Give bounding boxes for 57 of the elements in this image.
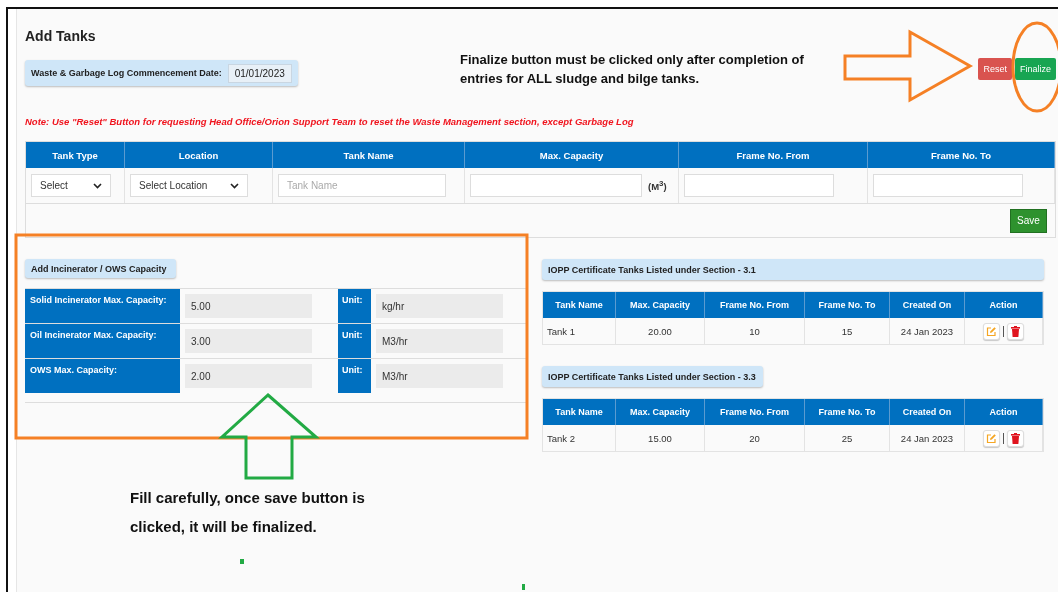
field-label: Oil Incinerator Max. Capacity:	[25, 324, 180, 358]
delete-button[interactable]	[1007, 322, 1024, 340]
section-title: IOPP Certificate Tanks Listed under Section - 3.1	[542, 259, 1044, 280]
trash-icon	[1011, 325, 1020, 337]
date-field[interactable]: 01/01/2023	[227, 63, 292, 83]
input-field[interactable]	[684, 174, 834, 197]
input-field[interactable]	[873, 174, 1023, 197]
column-header: Tank Name	[543, 292, 616, 318]
trash-icon	[1011, 432, 1020, 444]
section-title: Add Incinerator / OWS Capacity	[25, 259, 176, 278]
column-header: Tank Type	[26, 142, 125, 168]
callout-text: Fill carefully, once save button is clicked, it will be finalized.	[130, 488, 366, 537]
commencement-label: Waste & Garbage Log Commencement Date:	[31, 68, 222, 78]
column-header: Max. Capacity	[616, 399, 705, 425]
column-header: Created On	[890, 399, 965, 425]
column-header: Frame No. To	[805, 292, 890, 318]
value-field[interactable]: 2.00	[185, 364, 312, 388]
column-header: Frame No. From	[705, 292, 805, 318]
edit-button[interactable]	[983, 322, 1000, 340]
column-header: Tank Name	[543, 399, 616, 425]
field-label: Unit:	[338, 324, 371, 358]
unit-field[interactable]: kg/hr	[376, 294, 503, 318]
column-header: Max. Capacity	[616, 292, 705, 318]
column-header: Action	[965, 399, 1043, 425]
delete-button[interactable]	[1007, 429, 1024, 447]
column-header: Frame No. To	[805, 399, 890, 425]
chevron-icon	[93, 182, 102, 189]
note-text: Note: Use "Reset" Button for requesting Head Office/Orion Support Team to reset the Waste Management section, except Garbage Log	[25, 116, 635, 129]
field-label: Unit:	[338, 289, 371, 323]
field-label: OWS Max. Capacity:	[25, 359, 180, 393]
reset-button[interactable]: Reset	[978, 58, 1012, 80]
pencil-square-icon	[986, 432, 997, 444]
column-header: Frame No. From	[679, 142, 868, 168]
select-field[interactable]: Select Location	[130, 174, 248, 197]
column-header: Frame No. From	[705, 399, 805, 425]
pencil-square-icon	[986, 325, 997, 337]
column-header: Created On	[890, 292, 965, 318]
column-header: Tank Name	[273, 142, 465, 168]
column-header: Max. Capacity	[465, 142, 679, 168]
select-field[interactable]: Select	[31, 174, 111, 197]
unit-label: (M$^{3}$)	[648, 178, 667, 193]
input-field[interactable]	[470, 174, 642, 197]
column-header: Action	[965, 292, 1043, 318]
page-title: Add Tanks	[25, 27, 97, 45]
value-field[interactable]: 5.00	[185, 294, 312, 318]
field-label: Solid Incinerator Max. Capacity:	[25, 289, 180, 323]
column-header: Location	[125, 142, 273, 168]
chevron-icon	[230, 182, 239, 189]
unit-field[interactable]: M3/hr	[376, 329, 503, 353]
save-button[interactable]: Save	[1010, 208, 1047, 233]
value-field[interactable]: 3.00	[185, 329, 312, 353]
unit-field[interactable]: M3/hr	[376, 364, 503, 388]
column-header: Frame No. To	[868, 142, 1055, 168]
edit-button[interactable]	[983, 429, 1000, 447]
callout-text: Finalize button must be clicked only after completion of entries for ALL sludge and bilge tanks.	[460, 51, 805, 88]
field-label: Unit:	[338, 359, 371, 393]
section-title: IOPP Certificate Tanks Listed under Section - 3.3	[542, 366, 763, 387]
